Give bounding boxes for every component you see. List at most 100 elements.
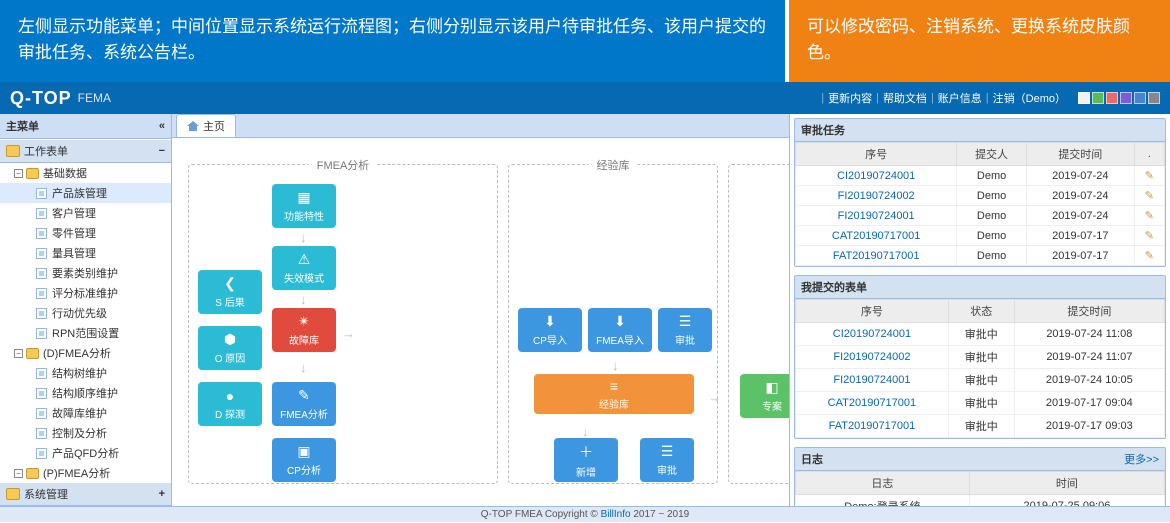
tree-leaf[interactable]: 结构顺序维护 [0, 383, 171, 403]
grid-icon [36, 308, 47, 319]
tree-group-dfmea[interactable]: −(D)FMEA分析 [0, 343, 171, 363]
skin-swatch[interactable] [1134, 92, 1146, 104]
node-approve1[interactable]: ☰审批 [658, 308, 712, 352]
row-link[interactable]: FAT20190717001 [796, 246, 957, 266]
info-banner-right: 可以修改密码、注销系统、更换系统皮肤颜色。 [789, 0, 1170, 82]
tree: −基础数据 产品族管理客户管理零件管理量具管理要素类别维护评分标准维护行动优先级… [0, 163, 171, 482]
skin-swatch[interactable] [1078, 92, 1090, 104]
link-logout[interactable]: 注销（Demo） [993, 90, 1066, 106]
panel-approval: 审批任务 序号提交人提交时间. CI20190724001Demo2019-07… [794, 118, 1166, 267]
tree-group-pfmea[interactable]: −(P)FMEA分析 [0, 463, 171, 482]
node-explib[interactable]: ≡经验库 [534, 374, 694, 414]
skin-swatch[interactable] [1106, 92, 1118, 104]
grid-icon [36, 408, 47, 419]
table-row: Demo:登录系统2019-07-25 09:06 [796, 495, 1165, 507]
grid-icon [36, 448, 47, 459]
collapse-icon[interactable]: « [159, 120, 165, 132]
table-row: FI20190724001审批中2019-07-24 10:05 [796, 369, 1165, 392]
link-account[interactable]: 账户信息 [938, 90, 982, 106]
row-link[interactable]: FI20190724001 [796, 206, 957, 226]
section-fmea: FMEA分析 [309, 157, 378, 173]
node-feature[interactable]: ▦功能特性 [272, 184, 336, 228]
node-project[interactable]: ◧专案 [740, 374, 789, 418]
plus-icon: + [159, 488, 165, 500]
tree-leaf[interactable]: 产品族管理 [0, 183, 171, 203]
table-row: FAT20190717001Demo2019-07-17✎ [796, 246, 1165, 266]
row-link[interactable]: FAT20190717001 [796, 415, 949, 438]
grid-icon [36, 208, 47, 219]
grid-icon [36, 248, 47, 259]
top-bar: Q-TOP FEMA |更新内容 |帮助文档 |账户信息 |注销（Demo） [0, 82, 1170, 114]
tree-leaf[interactable]: 结构树维护 [0, 363, 171, 383]
tree-leaf[interactable]: 量具管理 [0, 243, 171, 263]
flow-canvas: FMEA分析 经验库 专案管理 ▦功能特性 ⚠失效模式 ✴故障库 ❮S 后果 ⬢… [172, 138, 789, 506]
node-d[interactable]: ●D 探测 [198, 382, 262, 426]
skin-swatch[interactable] [1092, 92, 1104, 104]
log-table: 日志时间 Demo:登录系统2019-07-25 09:06Demo:登录系统2… [795, 471, 1165, 506]
folder-icon [6, 145, 20, 157]
node-cpimport[interactable]: ⬇CP导入 [518, 308, 582, 352]
grid-icon [36, 268, 47, 279]
tree-leaf[interactable]: 客户管理 [0, 203, 171, 223]
edit-icon[interactable]: ✎ [1134, 186, 1164, 206]
accordion-worksheet[interactable]: 工作表单− [0, 139, 171, 163]
grid-icon [36, 328, 47, 339]
grid-icon [36, 188, 47, 199]
tab-home[interactable]: 主页 [176, 114, 236, 137]
node-failure[interactable]: ⚠失效模式 [272, 246, 336, 290]
tree-leaf[interactable]: 故障库维护 [0, 403, 171, 423]
tree-leaf[interactable]: 控制及分析 [0, 423, 171, 443]
node-cp[interactable]: ▣CP分析 [272, 438, 336, 482]
node-o[interactable]: ⬢O 原因 [198, 326, 262, 370]
logo: Q-TOP [10, 88, 72, 109]
footer: Q-TOP FMEA Copyright © BillInfo 2017 ~ 2… [0, 506, 1170, 522]
edit-icon[interactable]: ✎ [1134, 226, 1164, 246]
link-help[interactable]: 帮助文档 [883, 90, 927, 106]
table-row: FI20190724002审批中2019-07-24 11:07 [796, 346, 1165, 369]
table-row: CAT20190717001审批中2019-07-17 09:04 [796, 392, 1165, 415]
node-new[interactable]: ＋新增 [554, 438, 618, 482]
skin-swatch[interactable] [1120, 92, 1132, 104]
row-link[interactable]: FI20190724002 [796, 186, 957, 206]
right-column: 审批任务 序号提交人提交时间. CI20190724001Demo2019-07… [790, 114, 1170, 506]
row-link[interactable]: CAT20190717001 [796, 392, 949, 415]
edit-icon[interactable]: ✎ [1134, 206, 1164, 226]
sidebar: 主菜单« 工作表单− −基础数据 产品族管理客户管理零件管理量具管理要素类别维护… [0, 114, 172, 506]
tab-bar: 主页 [172, 114, 789, 138]
section-exp: 经验库 [589, 157, 638, 173]
tree-group-basic[interactable]: −基础数据 [0, 163, 171, 183]
row-link[interactable]: FI20190724002 [796, 346, 949, 369]
tree-leaf[interactable]: 产品QFD分析 [0, 443, 171, 463]
panel-log: 日志更多>> 日志时间 Demo:登录系统2019-07-25 09:06Dem… [794, 447, 1166, 506]
tree-leaf[interactable]: 评分标准维护 [0, 283, 171, 303]
home-icon [187, 121, 199, 131]
table-row: FI20190724002Demo2019-07-24✎ [796, 186, 1165, 206]
footer-link[interactable]: BillInfo [601, 509, 631, 520]
edit-icon[interactable]: ✎ [1134, 166, 1164, 186]
skin-picker [1078, 92, 1160, 104]
node-fmea[interactable]: ✎FMEA分析 [272, 382, 336, 426]
top-links: |更新内容 |帮助文档 |账户信息 |注销（Demo） [821, 90, 1160, 106]
table-row: FI20190724001Demo2019-07-24✎ [796, 206, 1165, 226]
node-faultlib[interactable]: ✴故障库 [272, 308, 336, 352]
row-link[interactable]: CI20190724001 [796, 166, 957, 186]
node-s[interactable]: ❮S 后果 [198, 270, 262, 314]
sidebar-header: 主菜单« [0, 114, 171, 139]
row-link[interactable]: CI20190724001 [796, 323, 949, 346]
node-fmeaimport[interactable]: ⬇FMEA导入 [588, 308, 652, 352]
grid-icon [36, 428, 47, 439]
more-link[interactable]: 更多>> [1124, 451, 1159, 467]
tree-leaf[interactable]: 要素类别维护 [0, 263, 171, 283]
accordion-system[interactable]: 系统管理+ [0, 482, 171, 506]
tree-leaf[interactable]: 零件管理 [0, 223, 171, 243]
table-row: FAT20190717001审批中2019-07-17 09:03 [796, 415, 1165, 438]
grid-icon [36, 288, 47, 299]
tree-leaf[interactable]: 行动优先级 [0, 303, 171, 323]
tree-leaf[interactable]: RPN范围设置 [0, 323, 171, 343]
link-updates[interactable]: 更新内容 [828, 90, 872, 106]
row-link[interactable]: CAT20190717001 [796, 226, 957, 246]
skin-swatch[interactable] [1148, 92, 1160, 104]
row-link[interactable]: FI20190724001 [796, 369, 949, 392]
node-approve2[interactable]: ☰审批 [640, 438, 694, 482]
edit-icon[interactable]: ✎ [1134, 246, 1164, 266]
